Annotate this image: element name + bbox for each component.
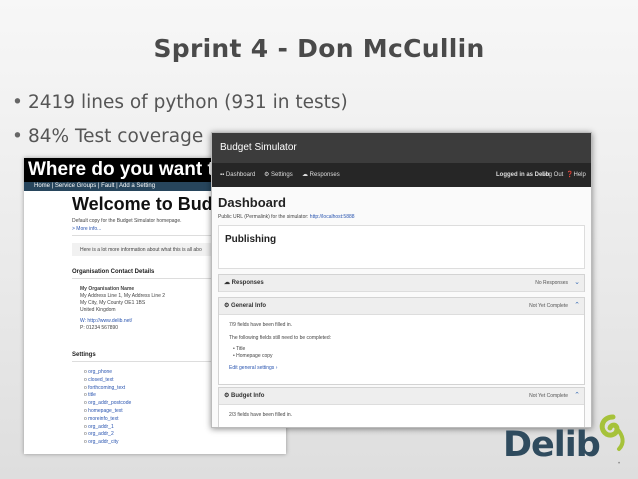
- nav-label: Settings: [271, 172, 293, 178]
- settings-item[interactable]: org_addr_postcode: [84, 400, 131, 408]
- panel-status: Not Yet Complete: [529, 303, 568, 309]
- fields-filled: 2/3 fields have been filled in.: [229, 412, 293, 418]
- nav-responses[interactable]: ☁ Responses: [302, 163, 340, 187]
- chat-icon: ☁: [224, 280, 232, 286]
- chevron-up-icon[interactable]: ⌃: [574, 298, 580, 314]
- bullet-marker: •: [12, 126, 23, 147]
- panel-title-text: General Info: [231, 303, 267, 309]
- bullet-marker: •: [12, 92, 23, 113]
- page-title: Dashboard: [218, 195, 286, 210]
- bullet-lines-of-python: • 2419 lines of python (931 in tests): [12, 92, 348, 113]
- publishing-heading: Publishing: [225, 234, 277, 245]
- slide-title: Sprint 4 - Don McCullin: [153, 34, 485, 63]
- nav-label: Help: [573, 172, 586, 178]
- settings-item[interactable]: org_addr_2: [84, 431, 131, 439]
- settings-item[interactable]: org_addr_1: [84, 424, 131, 432]
- settings-item[interactable]: org_phone: [84, 369, 131, 377]
- gear-icon: ⚙: [224, 303, 232, 309]
- panel-title: ⚙ General Info: [224, 298, 266, 314]
- panel-header[interactable]: ⚙ General Info Not Yet Complete ⌃: [219, 298, 584, 315]
- chevron-up-icon[interactable]: ⌃: [574, 388, 580, 404]
- public-url: Public URL (Permalink) for the simulator…: [218, 214, 355, 220]
- bullet-text: 2419 lines of python (931 in tests): [28, 92, 348, 113]
- public-url-link[interactable]: http://localhost:5888: [310, 214, 355, 220]
- panel-header[interactable]: ☁ Responses No Responses ⌄: [219, 275, 584, 292]
- settings-list: org_phone closed_text forthcoming_text t…: [84, 369, 131, 447]
- old-ui-contact-heading: Organisation Contact Details: [72, 269, 155, 275]
- dashboard-content: Dashboard Public URL (Permalink) for the…: [212, 187, 591, 427]
- slide-number: •: [618, 461, 621, 467]
- delib-logo: Delib: [503, 414, 631, 471]
- missing-field: • Title: [233, 346, 246, 352]
- app-nav: ▪▪ Dashboard ⚙ Settings ☁ Responses Logg…: [212, 163, 591, 187]
- nav-settings[interactable]: ⚙ Settings: [264, 163, 293, 187]
- org-web-link[interactable]: W: http://www.delib.net/: [80, 318, 132, 324]
- org-city: My City, My County OE1 1BS: [80, 300, 146, 306]
- help-link[interactable]: ❓Help: [566, 163, 586, 187]
- missing-field: • Homepage copy: [233, 353, 273, 359]
- old-ui-more-link[interactable]: > More info...: [72, 226, 101, 232]
- settings-item[interactable]: forthcoming_text: [84, 385, 131, 393]
- missing-field-text: Homepage copy: [236, 353, 273, 359]
- panel-title: ⚙ Budget Info: [224, 388, 264, 404]
- bullet-test-coverage: • 84% Test coverage: [12, 126, 203, 147]
- missing-field-text: Title: [236, 346, 246, 352]
- settings-item[interactable]: homepage_text: [84, 408, 131, 416]
- settings-item[interactable]: closed_text: [84, 377, 131, 385]
- publishing-box: Publishing: [218, 225, 585, 269]
- panel-general-info: ⚙ General Info Not Yet Complete ⌃ 7/9 fi…: [218, 297, 585, 385]
- panel-title: ☁ Responses: [224, 275, 264, 291]
- org-address: My Address Line 1, My Address Line 2: [80, 293, 166, 299]
- logo-swirl-icon: [599, 414, 625, 451]
- gear-icon: ⚙: [224, 393, 232, 399]
- org-country: United Kingdom: [80, 307, 116, 313]
- panel-title-text: Budget Info: [231, 393, 265, 399]
- fields-remaining: The following fields still need to be co…: [229, 335, 332, 341]
- nav-dashboard[interactable]: ▪▪ Dashboard: [220, 163, 255, 187]
- gear-icon: ⚙: [264, 172, 272, 178]
- panel-title-text: Responses: [231, 280, 264, 286]
- settings-item[interactable]: title: [84, 392, 131, 400]
- nav-label: Responses: [309, 172, 340, 178]
- logout-link[interactable]: Log Out: [542, 163, 563, 187]
- panel-responses[interactable]: ☁ Responses No Responses ⌄: [218, 274, 585, 292]
- nav-label: Dashboard: [225, 172, 256, 178]
- fields-filled: 7/9 fields have been filled in.: [229, 322, 293, 328]
- settings-item[interactable]: moreinfo_text: [84, 416, 131, 424]
- old-ui-settings-heading: Settings: [72, 352, 96, 358]
- chevron-down-icon[interactable]: ⌄: [574, 275, 580, 291]
- panel-status: Not Yet Complete: [529, 393, 568, 399]
- bullet-text: 84% Test coverage: [28, 126, 204, 147]
- public-url-label: Public URL (Permalink) for the simulator…: [218, 214, 309, 220]
- app-title: Budget Simulator: [212, 133, 591, 163]
- org-phone: P: 01234 567890: [80, 325, 119, 331]
- chat-icon: ☁: [302, 172, 310, 178]
- old-ui-more-text: Here is a lot more information about wha…: [80, 247, 202, 253]
- settings-item[interactable]: org_addr_city: [84, 439, 131, 447]
- panel-header[interactable]: ⚙ Budget Info Not Yet Complete ⌃: [219, 388, 584, 405]
- old-ui-intro: Default copy for the Budget Simulator ho…: [72, 218, 182, 224]
- new-ui-screenshot: Budget Simulator ▪▪ Dashboard ⚙ Settings…: [211, 132, 592, 428]
- edit-general-settings-link[interactable]: Edit general settings ›: [229, 365, 277, 371]
- org-web: W: http://www.delib.net/: [80, 318, 132, 324]
- logo-wordmark: Delib: [503, 425, 601, 465]
- panel-status: No Responses: [535, 280, 568, 286]
- org-name: My Organisation Name: [80, 286, 135, 292]
